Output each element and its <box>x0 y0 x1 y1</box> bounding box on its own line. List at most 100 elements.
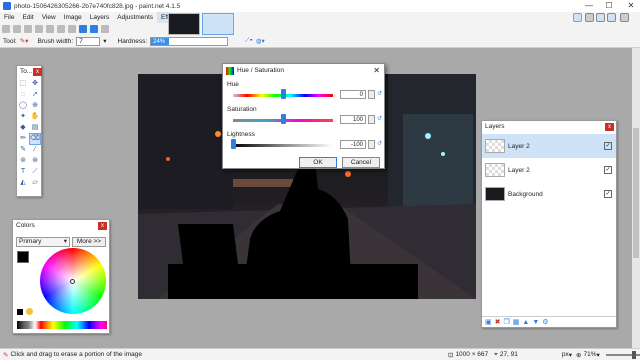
scrollbar-thumb[interactable] <box>633 128 639 258</box>
lightness-input[interactable]: -100 <box>340 140 366 149</box>
zoom-slider-knob[interactable] <box>631 350 636 359</box>
move-selection-icon[interactable]: ➚ <box>30 90 40 100</box>
move-layer-up-icon[interactable]: ▲ <box>522 319 529 326</box>
layer-visibility-checkbox[interactable]: ✓ <box>604 166 612 174</box>
add-layer-icon[interactable]: ▣ <box>485 318 492 326</box>
menu-adjustments[interactable]: Adjustments <box>113 12 157 23</box>
dialog-close-icon[interactable]: ✕ <box>373 64 380 78</box>
copy-icon[interactable] <box>57 25 65 33</box>
dropdown-arrow-icon: ▾ <box>63 238 67 245</box>
delete-layer-icon[interactable]: ✖ <box>495 318 501 326</box>
history-toggle-icon[interactable] <box>585 13 594 22</box>
hue-input[interactable]: 0 <box>340 90 366 99</box>
paintbrush-icon[interactable]: ✏ <box>18 134 28 144</box>
lasso-icon[interactable]: ◌ <box>18 90 28 100</box>
ellipse-select-icon[interactable]: ◯ <box>18 101 28 111</box>
primary-color-swatch[interactable] <box>17 251 29 263</box>
colors-close-icon[interactable]: x <box>98 222 107 230</box>
zoom-slider[interactable] <box>605 350 640 359</box>
antialias-icon[interactable]: ⟋▾ <box>245 37 253 45</box>
color-palette-strip[interactable] <box>17 321 107 329</box>
eraser-tool-icon[interactable]: ✎▾ <box>20 37 29 45</box>
move-icon[interactable]: ✥ <box>30 79 40 89</box>
menu-layers[interactable]: Layers <box>86 12 114 23</box>
hue-spinner[interactable] <box>368 90 375 99</box>
settings-gear-icon[interactable] <box>620 13 629 22</box>
menu-image[interactable]: Image <box>60 12 86 23</box>
paint-bucket-icon[interactable]: ◆ <box>18 123 28 133</box>
cut-icon[interactable] <box>46 25 54 33</box>
text-icon[interactable]: T <box>18 167 28 177</box>
paste-icon[interactable] <box>68 25 76 33</box>
duplicate-layer-icon[interactable]: ❐ <box>504 318 510 326</box>
color-picker-icon[interactable]: ⁄ <box>30 145 40 155</box>
save-icon[interactable] <box>24 25 32 33</box>
color-mode-select[interactable]: Primary ▾ <box>16 237 70 247</box>
saturation-reset-icon[interactable]: ↺ <box>377 115 384 124</box>
redo-icon[interactable] <box>90 25 98 33</box>
layer-item[interactable]: Layer 2 ✓ <box>482 158 616 182</box>
tools-toggle-icon[interactable] <box>573 13 582 22</box>
menu-view[interactable]: View <box>38 12 60 23</box>
vertical-scrollbar[interactable] <box>632 48 640 348</box>
lightness-reset-icon[interactable]: ↺ <box>377 140 384 149</box>
magic-wand-icon[interactable]: ✦ <box>18 112 28 122</box>
blend-mode-icon[interactable]: ◍▾ <box>256 37 265 45</box>
eraser-icon[interactable]: ⌫ <box>29 133 41 145</box>
layers-close-icon[interactable]: x <box>605 123 614 131</box>
new-icon[interactable] <box>2 25 10 33</box>
saturation-slider-knob[interactable] <box>281 114 286 124</box>
pencil-icon[interactable]: ✎ <box>18 145 28 155</box>
brush-width-input[interactable]: 7 <box>76 36 101 46</box>
more-colors-button[interactable]: More >> <box>72 237 106 247</box>
gradient-icon[interactable]: ▤ <box>30 123 40 133</box>
minimize-button[interactable]: — <box>582 0 596 12</box>
undo-icon[interactable] <box>79 25 87 33</box>
image-tab-thumbnail-active[interactable] <box>202 13 234 35</box>
layer-visibility-checkbox[interactable]: ✓ <box>604 142 612 150</box>
stepper-icon[interactable]: ▾ <box>103 37 106 45</box>
print-icon[interactable] <box>35 25 43 33</box>
menu-edit[interactable]: Edit <box>18 12 37 23</box>
cancel-button[interactable]: Cancel <box>342 157 380 168</box>
color-wheel-cursor[interactable] <box>70 279 75 284</box>
shapes-extra-icon[interactable]: ▱ <box>30 178 40 188</box>
pan-icon[interactable]: ✋ <box>30 112 40 122</box>
layer-item[interactable]: Background ✓ <box>482 182 616 206</box>
unit-select[interactable]: px <box>562 351 569 358</box>
hue-reset-icon[interactable]: ↺ <box>377 90 384 99</box>
colors-toggle-icon[interactable] <box>607 13 616 22</box>
image-tab-thumbnail[interactable] <box>168 13 200 35</box>
clone-stamp-icon[interactable]: ⊚ <box>18 156 28 166</box>
recolor-icon[interactable]: ⊛ <box>30 156 40 166</box>
rectangle-select-icon[interactable]: ⬚ <box>18 79 28 89</box>
hue-slider-knob[interactable] <box>281 89 286 99</box>
hardness-slider[interactable]: 24% <box>150 36 229 46</box>
zoom-value[interactable]: 71% <box>584 351 597 358</box>
tools-close-icon[interactable]: x <box>33 68 42 76</box>
zoom-icon[interactable]: ⊕ <box>30 101 40 111</box>
close-window-button[interactable]: ✕ <box>624 0 638 12</box>
unit-dropdown-icon[interactable]: ▾ <box>569 351 572 359</box>
layer-properties-icon[interactable]: ⚙ <box>542 318 548 326</box>
lightness-spinner[interactable] <box>368 140 375 149</box>
shapes-icon[interactable]: ◭ <box>18 178 28 188</box>
layer-item[interactable]: Layer 2 ✓ <box>482 134 616 158</box>
zoom-dropdown-icon[interactable]: ▾ <box>597 351 600 359</box>
lightness-track[interactable] <box>233 144 333 147</box>
maximize-button[interactable]: ☐ <box>602 0 616 12</box>
open-icon[interactable] <box>13 25 21 33</box>
palette-icon[interactable] <box>26 308 33 315</box>
lightness-slider-knob[interactable] <box>231 139 236 149</box>
deselect-icon[interactable] <box>101 25 109 33</box>
layer-visibility-checkbox[interactable]: ✓ <box>604 190 612 198</box>
swap-colors-icon[interactable] <box>17 309 23 315</box>
saturation-input[interactable]: 100 <box>340 115 366 124</box>
merge-layer-icon[interactable]: ▦ <box>513 318 520 326</box>
layers-toggle-icon[interactable] <box>596 13 605 22</box>
ok-button[interactable]: OK <box>299 157 337 168</box>
menu-file[interactable]: File <box>0 12 18 23</box>
line-icon[interactable]: ⟋ <box>30 167 40 177</box>
move-layer-down-icon[interactable]: ▼ <box>532 319 539 326</box>
saturation-spinner[interactable] <box>368 115 375 124</box>
